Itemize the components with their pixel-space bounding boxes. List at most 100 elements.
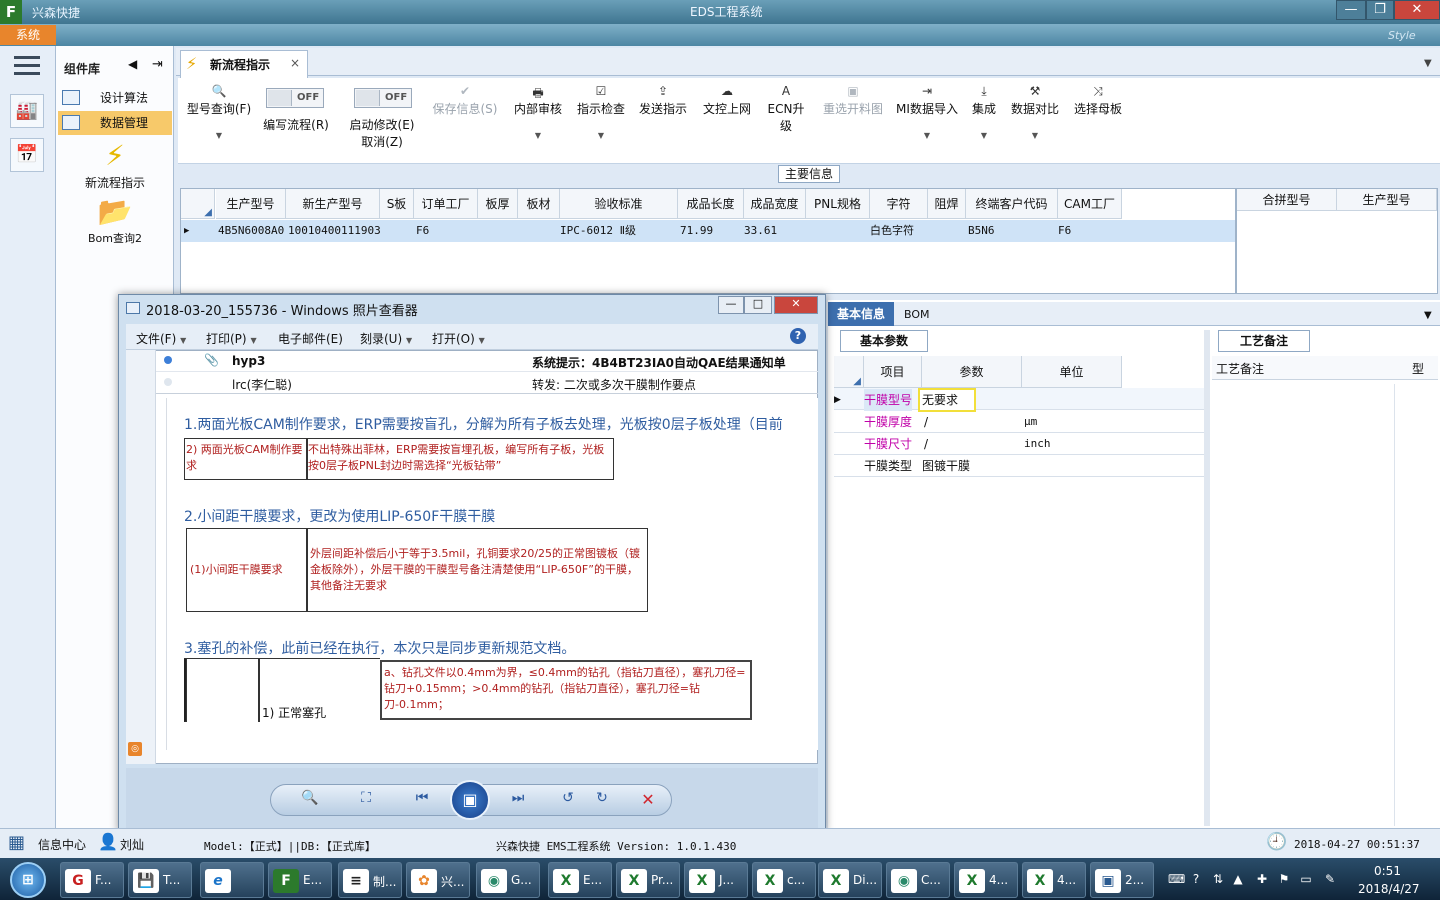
- nav-item-data-management[interactable]: 数据管理: [58, 111, 172, 135]
- taskbar-item[interactable]: X Pr...: [616, 862, 680, 898]
- tool-bom-query[interactable]: 📂 Bom查询2: [60, 194, 170, 246]
- menu-email[interactable]: 电子邮件(E): [278, 330, 343, 347]
- col-header-order-factory[interactable]: 订单工厂: [414, 189, 478, 219]
- param-value[interactable]: /: [924, 433, 928, 455]
- zoom-icon[interactable]: 🔍: [298, 790, 322, 810]
- taskbar-item[interactable]: X 4...: [954, 862, 1018, 898]
- menu-burn[interactable]: 刻录(U) ▼: [360, 330, 412, 347]
- panel-splitter[interactable]: [1204, 330, 1210, 826]
- pin-icon[interactable]: ⇥: [152, 57, 163, 72]
- instruction-check-button[interactable]: ☑ 指示检查 ▼: [574, 84, 628, 140]
- save-info-button[interactable]: ✔ 保存信息(S): [430, 84, 500, 117]
- col-header-pnl-spec[interactable]: PNL规格: [806, 189, 870, 219]
- col-header-board-thickness[interactable]: 板厚: [478, 189, 518, 219]
- ecn-upgrade-button[interactable]: A ECN升级: [762, 84, 810, 134]
- help-tray-icon[interactable]: ?: [1188, 872, 1204, 888]
- select-mother-board-button[interactable]: ⤨ 选择母板: [1070, 84, 1126, 117]
- menu-print[interactable]: 打印(P) ▼: [206, 330, 257, 347]
- clock-time[interactable]: 0:51: [1374, 864, 1401, 878]
- col-header-cam-factory[interactable]: CAM工厂: [1058, 189, 1122, 219]
- taskbar-item-ie[interactable]: e: [200, 862, 264, 898]
- rotate-right-icon[interactable]: ↻: [590, 790, 614, 810]
- col-header-finished-length[interactable]: 成品长度: [678, 189, 744, 219]
- param-value[interactable]: /: [924, 411, 928, 433]
- taskbar-item[interactable]: ◉ G...: [476, 862, 540, 898]
- flag-tray-icon[interactable]: ⚑: [1276, 872, 1292, 888]
- taskbar-item[interactable]: G F...: [60, 862, 124, 898]
- params-grid-corner[interactable]: ◢: [834, 356, 864, 388]
- tab-close-icon[interactable]: ×: [290, 56, 300, 70]
- taskbar-item[interactable]: ◉ C...: [886, 862, 950, 898]
- style-label[interactable]: Style: [1388, 29, 1416, 42]
- rss-icon[interactable]: ◎: [128, 742, 142, 756]
- yx-factory-icon[interactable]: 🏭: [10, 94, 44, 128]
- feather-tray-icon[interactable]: ✎: [1322, 872, 1338, 888]
- taskbar-item[interactable]: X J...: [684, 862, 748, 898]
- model-query-button[interactable]: 🔍 型号查询(F) ▼: [184, 84, 254, 140]
- process-notes-column-label[interactable]: 工艺备注: [1216, 360, 1264, 377]
- col-header-value[interactable]: 参数: [922, 356, 1022, 388]
- reselect-cutting-map-button[interactable]: ▣ 重选开料图: [818, 84, 888, 117]
- taskbar-item[interactable]: ✿ 兴...: [406, 862, 470, 898]
- col-header-solder-mask[interactable]: 阻焊: [928, 189, 966, 219]
- col-header-acceptance-standard[interactable]: 验收标准: [560, 189, 678, 219]
- grid-corner[interactable]: ◢: [181, 189, 215, 219]
- param-value[interactable]: 图镀干膜: [922, 455, 970, 477]
- chevron-up-icon[interactable]: ▲: [1230, 872, 1246, 888]
- col-header-item[interactable]: 项目: [864, 356, 922, 388]
- doc-control-online-button[interactable]: ☁ 文控上网: [700, 84, 754, 117]
- col-header-finished-width[interactable]: 成品宽度: [744, 189, 806, 219]
- tab-process-notes[interactable]: 工艺备注: [1218, 330, 1310, 352]
- param-value-input[interactable]: 无要求: [918, 388, 976, 412]
- close-button[interactable]: ✕: [1394, 0, 1440, 20]
- info-center-label[interactable]: 信息中心: [38, 836, 86, 853]
- actual-size-icon[interactable]: ⛶: [354, 790, 378, 810]
- mi-data-import-button[interactable]: ⇥ MI数据导入 ▼: [894, 84, 960, 140]
- taskbar-item[interactable]: X Di...: [818, 862, 882, 898]
- nav-item-design-algorithm[interactable]: 设计算法: [58, 86, 172, 110]
- tool-new-flow-instruction[interactable]: ⚡ 新流程指示: [60, 138, 170, 191]
- cell-acceptance-standard[interactable]: IPC-6012 Ⅱ级: [560, 221, 636, 241]
- tab-basic-params[interactable]: 基本参数: [840, 330, 928, 352]
- tab-basic-info[interactable]: 基本信息: [828, 302, 894, 326]
- col-header-merge-model[interactable]: 合拼型号: [1237, 189, 1337, 211]
- col-header-board-material[interactable]: 板材: [518, 189, 560, 219]
- taskbar-item[interactable]: ▣ 2...: [1090, 862, 1154, 898]
- col-header-production-model[interactable]: 生产型号: [216, 189, 286, 219]
- taskbar-item[interactable]: Xc...: [752, 862, 816, 898]
- col-header-unit[interactable]: 单位: [1022, 356, 1122, 388]
- col-header-new-production-model[interactable]: 新生产型号: [286, 189, 380, 219]
- cell-order-factory[interactable]: F6: [416, 221, 429, 241]
- send-instruction-button[interactable]: ⇪ 发送指示: [636, 84, 690, 117]
- maximize-button[interactable]: ❐: [1366, 0, 1394, 20]
- cell-cam-factory[interactable]: F6: [1058, 221, 1071, 241]
- viewer-close-button[interactable]: ✕: [774, 296, 818, 314]
- taskbar-item[interactable]: 💾 T...: [128, 862, 192, 898]
- help-icon[interactable]: ?: [790, 328, 806, 344]
- integrate-button[interactable]: ⤓ 集成 ▼: [966, 84, 1002, 140]
- delete-icon[interactable]: ✕: [636, 790, 660, 810]
- taskbar-item[interactable]: F E...: [268, 862, 332, 898]
- cell-new-production-model[interactable]: 10010400111903: [288, 221, 381, 241]
- cell-production-model[interactable]: 4B5N6008A0: [218, 221, 284, 241]
- chevron-down-icon[interactable]: ▼: [1424, 310, 1432, 321]
- calendar-tools-icon[interactable]: 📅: [10, 138, 44, 172]
- cell-character[interactable]: 白色字符: [870, 221, 914, 241]
- data-compare-button[interactable]: ⚒ 数据对比 ▼: [1008, 84, 1062, 140]
- process-notes-column-type[interactable]: 型: [1412, 360, 1424, 377]
- display-tray-icon[interactable]: ▭: [1298, 872, 1314, 888]
- tab-bom[interactable]: BOM: [904, 308, 930, 321]
- windows-grid-icon[interactable]: ▦: [8, 832, 25, 853]
- menu-open[interactable]: 打开(O) ▼: [432, 330, 485, 347]
- start-button[interactable]: ⊞: [2, 860, 54, 898]
- taskbar-item[interactable]: ≡ 制...: [338, 862, 402, 898]
- col-header-production-model-2[interactable]: 生产型号: [1337, 189, 1437, 211]
- app-tray-icon[interactable]: ✚: [1254, 872, 1270, 888]
- previous-icon[interactable]: ⏮: [410, 790, 434, 810]
- vertical-scrollbar[interactable]: [1394, 384, 1408, 826]
- col-header-character[interactable]: 字符: [870, 189, 928, 219]
- viewer-maximize-button[interactable]: □: [744, 296, 772, 314]
- keyboard-icon[interactable]: ⌨: [1168, 872, 1185, 888]
- viewer-minimize-button[interactable]: —: [718, 296, 744, 314]
- start-modify-toggle[interactable]: OFF: [354, 88, 412, 108]
